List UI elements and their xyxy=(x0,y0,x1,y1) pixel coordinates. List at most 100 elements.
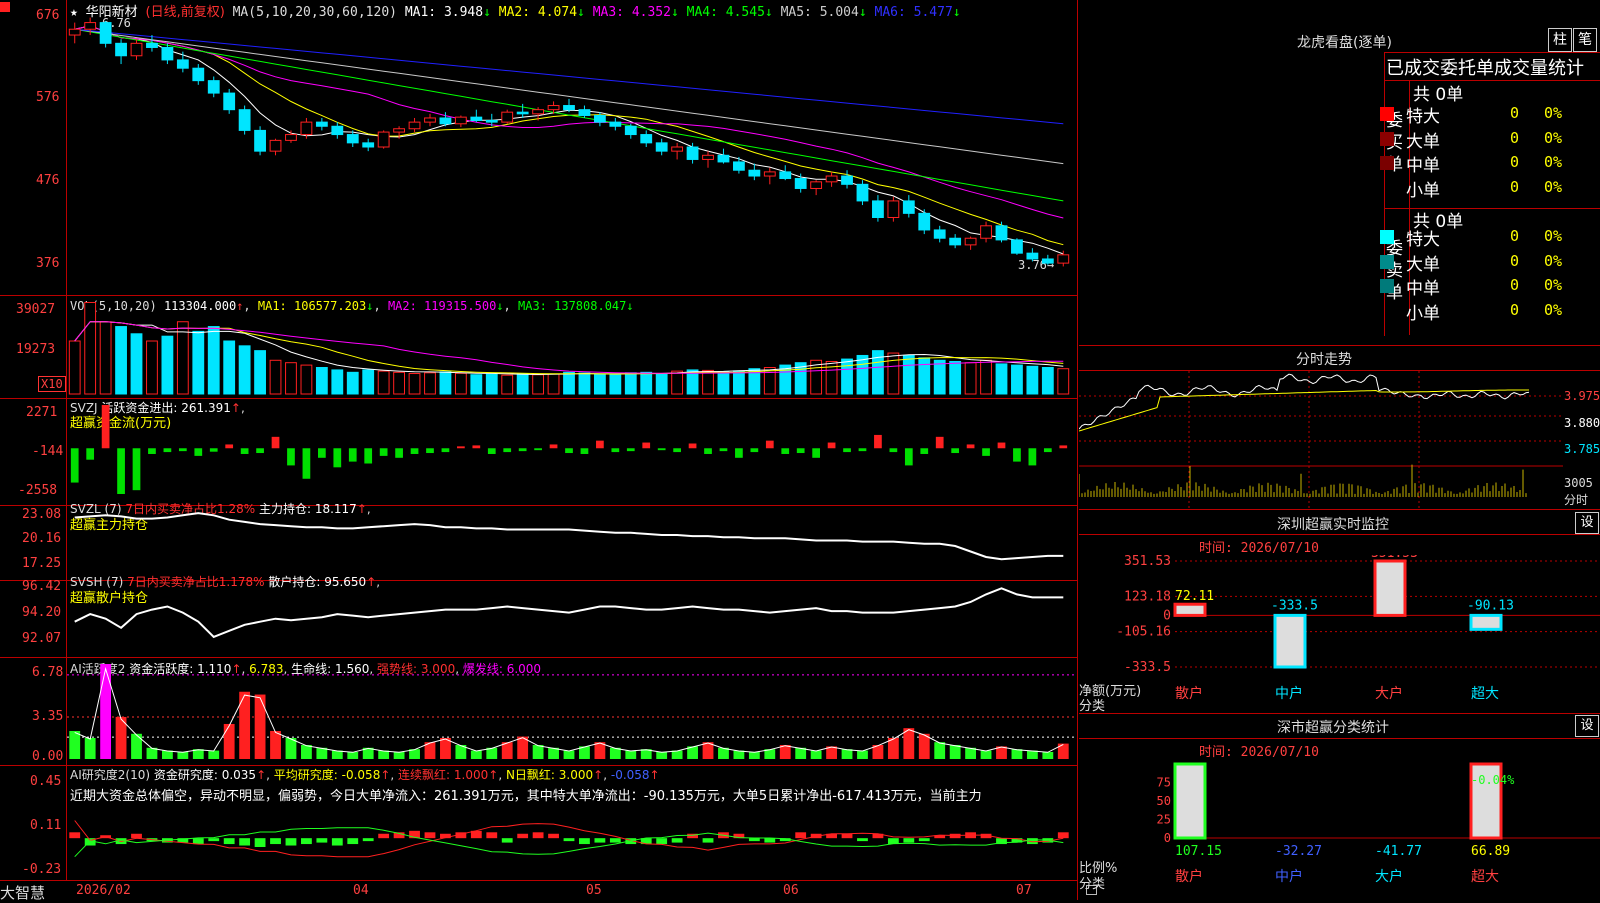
monitor-settings-button[interactable]: 设 xyxy=(1575,512,1599,534)
price-chart[interactable] xyxy=(67,0,1077,295)
flow-bar xyxy=(302,448,311,479)
research-bar xyxy=(702,838,714,843)
ai1-chart[interactable] xyxy=(67,658,1077,765)
activity-bar xyxy=(69,730,81,759)
ai2-chart[interactable] xyxy=(67,766,1077,880)
volume-bar xyxy=(424,372,436,395)
order-row-label: 中单 xyxy=(1406,279,1440,299)
flow-bar xyxy=(935,436,944,449)
research-bar xyxy=(424,832,436,839)
volume-bar xyxy=(454,372,467,395)
class-chart[interactable]: 75 50 25 0 107.15 散户 -32.27 中户 -41.77 大户 66.89 超大 -0… xyxy=(1079,760,1600,900)
activity-bar xyxy=(980,750,992,759)
candle-body xyxy=(68,28,81,36)
order-row-count: 0 xyxy=(1510,153,1520,171)
flow-bar xyxy=(889,448,898,453)
order-row-label: 特大 xyxy=(1406,107,1440,127)
flow-bar xyxy=(318,448,326,458)
candle-body xyxy=(841,175,853,185)
order-row-label: 小单 xyxy=(1406,180,1440,201)
class-value-label: -41.77 xyxy=(1375,844,1422,859)
research-bar xyxy=(285,838,297,846)
monitor-axis-label: -333.5 xyxy=(1124,660,1171,675)
research-bar xyxy=(656,838,668,845)
activity-bar xyxy=(1011,749,1023,759)
research-bar xyxy=(609,838,621,843)
candle-body xyxy=(856,183,869,202)
volume-ma-line xyxy=(74,321,1064,376)
activity-line xyxy=(74,666,1064,753)
order-row-label: 大单 xyxy=(1406,254,1440,275)
research-bar xyxy=(501,838,513,843)
candle-body xyxy=(763,171,776,177)
flow-bar xyxy=(1013,448,1021,462)
volume-bar xyxy=(315,367,328,395)
candle-body xyxy=(624,125,637,136)
flow-bar xyxy=(132,448,141,491)
candle-body xyxy=(563,105,575,111)
vol-axis-label: 39027 xyxy=(16,302,56,317)
order-row-label: 小单 xyxy=(1406,303,1440,324)
activity-bar xyxy=(223,723,235,759)
research-bar xyxy=(548,833,559,839)
candle-body xyxy=(454,116,467,125)
tab-bar-view[interactable]: 柱 xyxy=(1548,28,1572,52)
candle-body xyxy=(161,46,174,61)
flow-bar xyxy=(534,448,542,451)
order-color-swatch xyxy=(1380,230,1394,244)
flow-bar xyxy=(549,444,558,449)
svsh-axis-label: 94.20 xyxy=(22,605,62,620)
intraday-chart[interactable] xyxy=(1079,371,1563,509)
candle-body xyxy=(1026,252,1039,260)
tab-tick-view[interactable]: 笔 xyxy=(1573,28,1597,52)
monitor-axis-label: 123.18 xyxy=(1124,589,1171,604)
svzj-chart[interactable] xyxy=(67,399,1077,505)
flow-bar xyxy=(364,448,373,464)
candle-body xyxy=(825,175,838,183)
flow-bar xyxy=(735,448,743,458)
activity-bar xyxy=(84,737,96,759)
right-panel: 龙虎看盘(逐单) 柱 笔 已成交委托单成交量统计 委买单 共 0单 特大 0 0% 大… xyxy=(1079,0,1600,900)
flow-bar xyxy=(1059,445,1068,449)
research-bar xyxy=(517,833,529,839)
research-bar xyxy=(1057,832,1069,839)
intraday-price-line xyxy=(1079,373,1530,430)
candle-body xyxy=(872,200,884,218)
candle-body xyxy=(532,109,545,115)
svsh-chart[interactable] xyxy=(67,581,1077,657)
volume-ma-line xyxy=(74,321,1064,374)
left-chart-area: ★ 华阳新材 (日线,前复权) MA(5,10,20,30,60,120) MA… xyxy=(0,0,1097,902)
flow-bar xyxy=(997,442,1006,449)
research-bar xyxy=(208,838,220,842)
research-bar xyxy=(563,838,575,842)
volume-bar xyxy=(1011,364,1023,395)
candle-body xyxy=(393,128,405,133)
volume-bar xyxy=(980,359,992,395)
order-color-swatch xyxy=(1380,156,1394,170)
candle-body xyxy=(779,171,792,180)
volume-bar xyxy=(115,326,127,395)
volume-chart[interactable] xyxy=(67,296,1077,398)
activity-bar xyxy=(1042,751,1054,759)
candle-body xyxy=(995,225,1008,241)
flow-bar xyxy=(271,436,280,449)
volume-bar xyxy=(1026,365,1039,395)
monitor-chart[interactable]: 351.53 123.18 0 -105.16 -333.5 72.11 散户 -333.5 中… xyxy=(1079,555,1600,710)
monitor-value-label: -90.13 xyxy=(1467,598,1514,613)
flow-bar xyxy=(611,448,620,453)
class-value-label: 66.89 xyxy=(1471,844,1510,859)
monitor-category-label: 中户 xyxy=(1275,685,1303,702)
research-bar xyxy=(748,838,760,842)
class-settings-button[interactable]: 设 xyxy=(1575,715,1599,737)
activity-bar xyxy=(254,694,266,759)
candle-body xyxy=(99,22,112,44)
order-color-swatch xyxy=(1380,107,1394,121)
flow-bar xyxy=(86,448,95,460)
svzl-chart[interactable] xyxy=(67,506,1077,580)
flow-bar xyxy=(858,448,867,452)
class-category-label: 大户 xyxy=(1375,868,1403,885)
volume-bar xyxy=(841,358,853,395)
flow-bar xyxy=(642,442,651,449)
activity-bar xyxy=(748,751,760,759)
intraday-axis-label: 3.785 xyxy=(1564,442,1600,456)
